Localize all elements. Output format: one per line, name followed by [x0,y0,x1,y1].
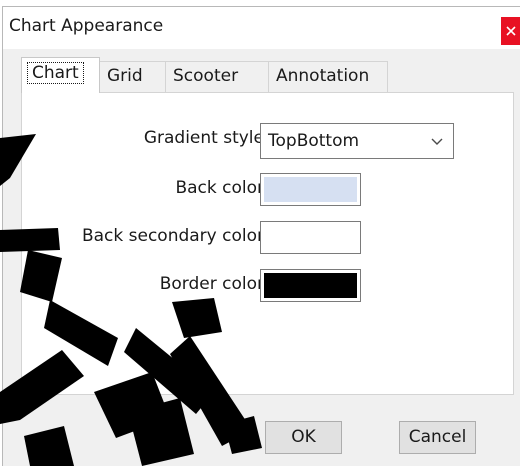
tab-chart[interactable]: Chart [21,57,100,93]
tab-chart-label: Chart [27,62,84,84]
watermark-strokes [0,134,262,466]
